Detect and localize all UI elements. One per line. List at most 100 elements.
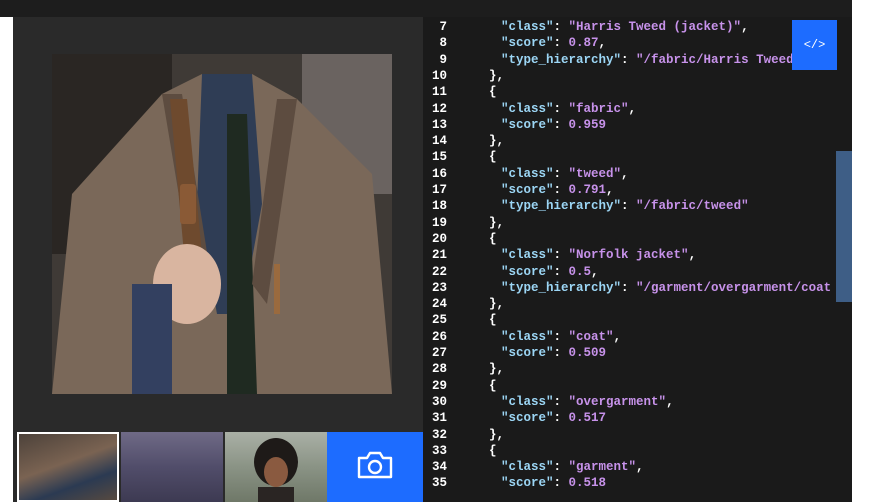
code-text: "class": "fabric", [447,102,636,116]
thumbnail-room[interactable] [121,432,223,502]
code-token: "type_hierarchy" [501,52,622,67]
code-token: "class" [501,394,554,409]
code-token: { [489,313,497,328]
line-number: 33 [431,443,447,458]
code-text: "type_hierarchy": "/fabric/Harris Tweed" [447,53,801,67]
code-text: "score": 0.959 [447,118,606,132]
code-token: , [591,264,599,279]
code-token: 0.959 [568,117,607,132]
code-line: 33 { [423,443,497,459]
code-text: { [447,313,497,327]
code-token: : [553,20,569,34]
code-line: 27 "score": 0.509 [423,345,606,361]
line-number: 31 [431,411,447,426]
code-token: "Harris Tweed (jacket)" [568,20,742,34]
code-token: "class" [501,166,554,181]
code-line: 31 "score": 0.517 [423,410,606,426]
code-token: { [489,231,497,246]
code-token: , [613,329,622,344]
line-number: 8 [439,36,447,51]
code-line: 10}, [423,68,504,84]
line-number: 7 [439,20,447,34]
line-number: 32 [431,427,447,442]
code-text: "class": "Norfolk jacket", [447,248,696,262]
line-number: 34 [431,460,447,475]
line-number: 9 [439,52,447,67]
code-token: : [553,264,569,279]
code-text: { [447,379,497,393]
code-text: "score": 0.518 [447,476,606,490]
code-token: "class" [501,20,554,34]
jacket-photo-illustration [52,54,392,394]
line-number: 16 [431,166,447,181]
line-number: 11 [431,85,447,100]
code-token: "class" [501,460,554,475]
line-number: 30 [431,394,447,409]
code-token: : [553,183,569,197]
code-token: "/fabric/Harris Tweed" [636,52,802,67]
code-token: 0.517 [568,411,607,426]
camera-upload-button[interactable] [327,432,423,502]
code-line: 13 "score": 0.959 [423,117,606,133]
code-line: 22 "score": 0.5, [423,264,599,280]
code-token: : [553,411,569,426]
code-text: "class": "Harris Tweed (jacket)", [447,20,749,34]
code-token: : [621,280,637,295]
line-number: 12 [431,101,447,116]
code-line: 24}, [423,296,504,312]
line-number: 10 [431,68,447,83]
code-line: 28}, [423,361,504,377]
code-text: }, [447,297,504,311]
code-token: "type_hierarchy" [501,199,622,214]
code-line: 14}, [423,133,504,149]
code-token: 0.87 [568,36,599,51]
code-line: 26 "class": "coat", [423,329,621,345]
line-number: 28 [431,362,447,377]
line-number: 27 [431,346,447,360]
thumbnail-jacket[interactable] [17,432,119,502]
code-token: 0.5 [568,264,592,279]
code-token: : [553,166,569,181]
code-text: "score": 0.87, [447,36,606,50]
code-text: "type_hierarchy": "/fabric/tweed" [447,199,749,213]
code-text: "class": "overgarment", [447,395,674,409]
code-toggle-button[interactable]: </> [792,20,837,70]
portrait-thumbnail-illustration [254,438,298,502]
camera-icon [356,450,394,485]
code-token: { [489,443,497,458]
code-token: : [621,52,637,67]
code-token: , [741,20,749,34]
code-token: "Norfolk jacket" [568,248,689,263]
side-tab[interactable] [836,151,852,302]
code-text: "class": "coat", [447,330,621,344]
code-token: : [553,101,569,116]
code-line: 19}, [423,215,504,231]
code-line: 20 { [423,231,497,247]
code-token: "class" [501,329,554,344]
code-token: , [598,36,607,51]
line-number: 22 [431,264,447,279]
code-line: 12 "class": "fabric", [423,101,636,117]
code-line: 7 "class": "Harris Tweed (jacket)", [423,19,749,35]
code-text: "score": 0.5, [447,265,599,279]
code-token: }, [489,427,505,442]
code-token: "score" [501,117,554,132]
main-image [52,54,392,394]
code-token: : [553,394,569,409]
code-line: 30 "class": "overgarment", [423,394,674,410]
code-token: "tweed" [568,166,622,181]
code-text: "class": "garment", [447,460,644,474]
code-token: "overgarment" [568,394,667,409]
line-number: 13 [431,117,447,132]
line-number: 21 [431,248,447,263]
code-text: }, [447,362,504,376]
code-token: }, [489,362,505,377]
thumbnail-portrait[interactable] [225,432,327,502]
code-text: "type_hierarchy": "/garment/overgarment/… [447,281,831,295]
code-token: "score" [501,346,554,360]
line-number: 29 [431,378,447,393]
code-text: }, [447,428,504,442]
code-token: "score" [501,36,554,51]
code-text: }, [447,134,504,148]
code-token: : [553,36,569,51]
